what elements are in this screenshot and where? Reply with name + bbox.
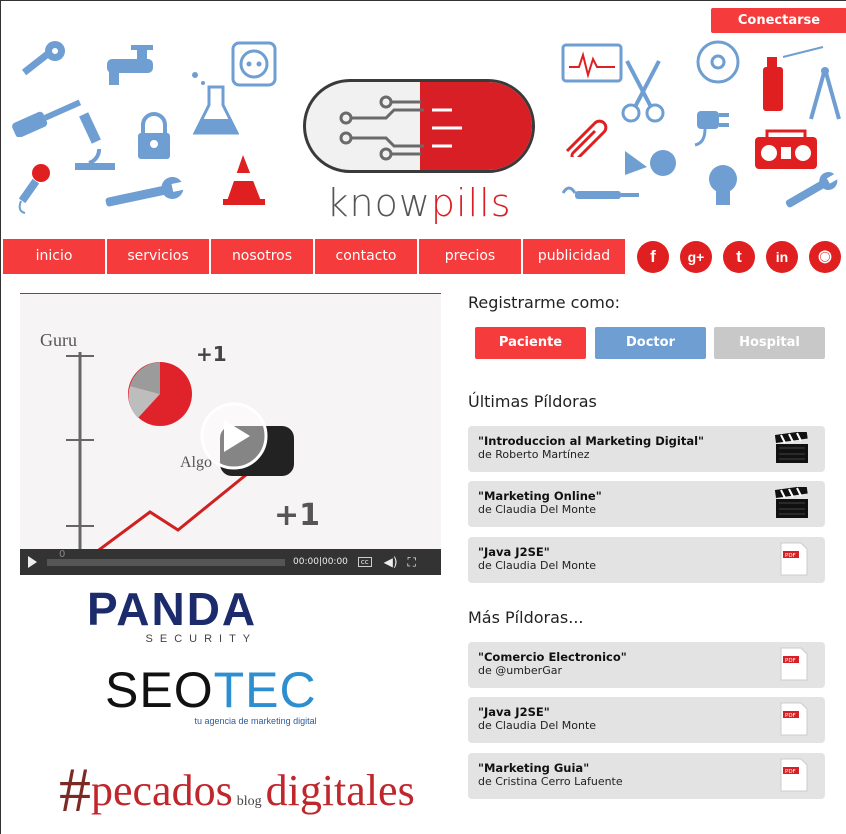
pdf-icon: PDF — [780, 647, 808, 681]
clapperboard-icon — [775, 487, 808, 518]
pdf-icon: PDF — [780, 542, 808, 576]
pill-author: de Claudia Del Monte — [478, 719, 597, 732]
logo-text: knowpills — [326, 181, 512, 225]
video-player[interactable]: Guru Algo +1 +1 0 00:00|00:00 cc ◀) ⛶ — [20, 293, 441, 575]
microscope-icon — [75, 112, 115, 170]
video-progress-bar[interactable]: 0 — [47, 549, 285, 566]
scissors-icon — [621, 60, 665, 123]
cd-icon — [696, 40, 740, 84]
svg-text:PDF: PDF — [785, 713, 796, 719]
list-item[interactable]: "Introduccion al Marketing Digital" de R… — [468, 426, 825, 472]
padlock-icon — [138, 112, 170, 159]
pill-author: de Claudia Del Monte — [478, 559, 597, 572]
pecados-digitales-logo[interactable]: #pecados blogdigitales — [59, 753, 415, 827]
pill-title: "Java J2SE" — [478, 545, 550, 559]
microphone-icon — [18, 164, 50, 214]
nav-item-publicidad[interactable]: publicidad — [523, 239, 625, 274]
facebook-icon[interactable]: f — [637, 241, 669, 273]
traffic-cone-icon — [223, 155, 265, 205]
pill-title: "Marketing Guia" — [478, 761, 590, 775]
header-illustration: knowpills — [1, 31, 846, 231]
twitter-icon[interactable]: t — [723, 241, 755, 273]
main-nav: inicio servicios nosotros contacto preci… — [3, 239, 625, 274]
pill-title: "Introduccion al Marketing Digital" — [478, 434, 705, 448]
faucet-icon — [107, 45, 153, 85]
paperclip-icon — [565, 119, 608, 157]
list-item[interactable]: "Comercio Electronico" de @umberGar PDF — [468, 642, 825, 688]
radio-icon — [755, 129, 817, 169]
plug-icon — [694, 111, 729, 147]
svg-text:PDF: PDF — [785, 553, 796, 559]
volume-icon[interactable]: ◀) — [384, 555, 398, 569]
pill-author: de Claudia Del Monte — [478, 503, 597, 516]
nav-item-nosotros[interactable]: nosotros — [211, 239, 313, 274]
horn-icon — [625, 150, 676, 176]
fullscreen-icon[interactable]: ⛶ — [408, 555, 416, 570]
light-bulb-icon — [709, 165, 737, 205]
list-item[interactable]: "Java J2SE" de Claudia Del Monte PDF — [468, 537, 825, 583]
pill-title: "Java J2SE" — [478, 705, 550, 719]
seotec-logo[interactable]: SEOTEC tu agencia de marketing digital — [105, 665, 317, 726]
register-doctor-button[interactable]: Doctor — [595, 327, 706, 359]
captions-button[interactable]: cc — [357, 557, 372, 567]
logo-pill — [303, 79, 535, 173]
soldering-iron-icon — [561, 186, 639, 199]
caliper-icon — [809, 67, 841, 120]
svg-text:PDF: PDF — [785, 658, 796, 664]
list-item[interactable]: "Java J2SE" de Claudia Del Monte PDF — [468, 697, 825, 743]
pill-title: "Marketing Online" — [478, 489, 602, 503]
pdf-icon: PDF — [780, 702, 808, 736]
pill-title: "Comercio Electronico" — [478, 650, 627, 664]
circuit-icon — [339, 95, 424, 161]
nav-item-inicio[interactable]: inicio — [3, 239, 105, 274]
nav-item-servicios[interactable]: servicios — [107, 239, 209, 274]
nav-item-precios[interactable]: precios — [419, 239, 521, 274]
video-time: 00:00|00:00 — [293, 557, 348, 567]
pdf-icon: PDF — [780, 758, 808, 792]
list-item[interactable]: "Marketing Guia" de Cristina Cerro Lafue… — [468, 753, 825, 799]
axis-zero-label: 0 — [59, 548, 66, 560]
svg-text:PDF: PDF — [785, 769, 796, 775]
list-item[interactable]: "Marketing Online" de Claudia Del Monte — [468, 481, 825, 527]
plus-one-bottom: +1 — [274, 498, 321, 533]
connect-button[interactable]: Conectarse — [711, 8, 846, 33]
play-button-icon[interactable] — [28, 556, 37, 568]
label-guru: Guru — [40, 330, 77, 350]
more-pills-title: Más Píldoras... — [468, 608, 584, 627]
key-icon — [21, 41, 65, 76]
pill-author: de @umberGar — [478, 664, 562, 677]
google-plus-icon[interactable]: g+ — [680, 241, 712, 273]
register-title: Registrarme como: — [468, 293, 620, 312]
pill-author: de Roberto Martínez — [478, 448, 590, 461]
ecg-monitor-icon — [561, 43, 623, 83]
wrench-right-icon — [785, 172, 841, 208]
clapperboard-icon — [775, 432, 808, 463]
nav-item-contacto[interactable]: contacto — [315, 239, 417, 274]
rss-icon[interactable]: ◉ — [809, 241, 841, 273]
wrench-icon — [105, 177, 187, 207]
play-overlay-icon[interactable] — [200, 402, 296, 482]
register-patient-button[interactable]: Paciente — [475, 327, 586, 359]
plus-one-top: +1 — [196, 342, 227, 366]
pill-author: de Cristina Cerro Lafuente — [478, 775, 623, 788]
latest-pills-title: Últimas Píldoras — [468, 392, 597, 411]
video-controls: 0 00:00|00:00 cc ◀) ⛶ — [20, 549, 441, 575]
panda-security-logo[interactable]: PANDA SECURITY — [87, 586, 257, 645]
linkedin-icon[interactable]: in — [766, 241, 798, 273]
register-hospital-button[interactable]: Hospital — [714, 327, 825, 359]
flask-icon — [192, 72, 239, 135]
